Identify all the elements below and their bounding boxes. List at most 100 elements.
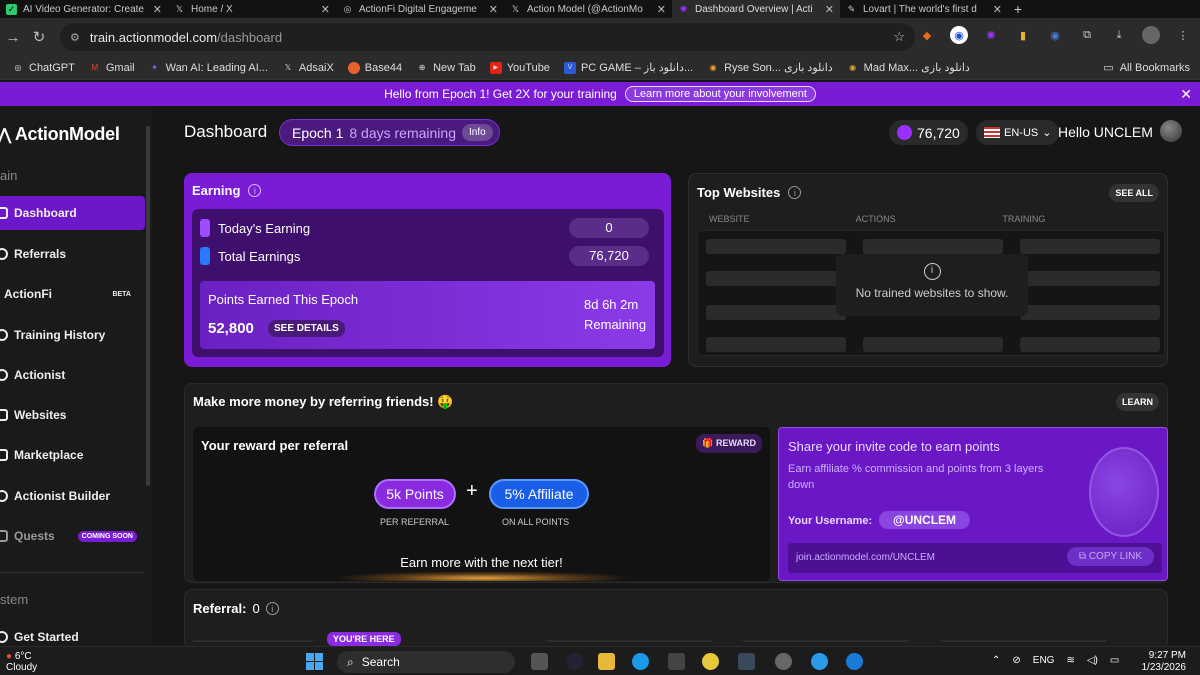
bookmark-item[interactable]: ▶ YouTube [489,61,550,74]
tab-close-icon[interactable]: ✕ [825,3,834,16]
tab-close-icon[interactable]: ✕ [153,3,162,16]
notification-off-icon[interactable]: ⊘ [1012,655,1020,666]
sidebar-item-label: Websites [14,408,67,422]
invite-link-box: join.actionmodel.com/UNCLEM ⧉ COPY LINK [788,543,1162,573]
bookmark-star-icon[interactable]: ☆ [893,29,905,45]
see-details-button[interactable]: SEE DETAILS [268,320,345,337]
tab-close-icon[interactable]: ✕ [489,3,498,16]
today-label: Today's Earning [218,220,311,236]
tab-close-icon[interactable]: ✕ [657,3,666,16]
bookmark-item[interactable]: Base44 [347,61,402,74]
user-avatar[interactable] [1160,120,1182,142]
sidebar-item-actionfi[interactable]: ActionFi BETA [0,277,145,311]
info-icon[interactable]: i [265,602,279,615]
browser-tab-active[interactable]: ✺ Dashboard Overview | Acti ✕ [672,0,840,18]
settings-icon[interactable] [775,653,792,670]
new-tab-bookmark-icon: ⊕ [418,63,426,72]
windows-taskbar: ● 6°C Cloudy ⌕ Search ⌃ ⊘ ENG ≋ ◁) ▭ 9:27 … [0,646,1200,675]
download-icon[interactable]: ⤓ [1110,26,1128,44]
sidebar-item-training-history[interactable]: Training History [0,318,145,352]
actionmodel-extension-icon[interactable]: ✺ [982,26,1000,44]
steam-icon[interactable] [566,653,583,670]
browser-tab[interactable]: ✎ Lovart | The world's first d ✕ [840,0,1008,18]
bookmark-item[interactable]: M Gmail [89,62,135,74]
vpn-icon[interactable] [846,653,863,670]
epoch-info-button[interactable]: Info [462,124,493,141]
bookmark-item[interactable]: ◎ ChatGPT [12,62,75,74]
bookmark-label: PC GAME – دانلود باز... [580,62,694,74]
info-icon[interactable]: i [788,186,802,199]
bookmark-item[interactable]: V PC GAME – دانلود باز... [563,61,694,74]
circle-extension-icon[interactable]: ◉ [1046,26,1064,44]
quests-icon [0,530,8,542]
referral-label: Referral: [193,601,247,616]
see-all-button[interactable]: SEE ALL [1109,184,1159,202]
taskbar-search[interactable]: ⌕ Search [337,651,515,673]
learn-button[interactable]: LEARN [1116,393,1159,411]
sidebar-item-dashboard[interactable]: Dashboard [0,196,145,230]
reload-icon[interactable]: ↻ [26,28,52,46]
store-icon[interactable] [668,653,685,670]
epoch-points-box: Points Earned This Epoch 52,800 SEE DETA… [200,281,655,349]
sidebar-item-websites[interactable]: Websites [0,398,145,432]
bookmark-item[interactable]: ✦ Wan AI: Leading AI... [149,62,268,74]
tab-close-icon[interactable]: ✕ [321,3,330,16]
earning-title: Earning [192,183,241,198]
all-bookmarks[interactable]: ▭ All Bookmarks [1103,61,1190,75]
app-icon[interactable] [738,653,755,670]
puzzle-icon[interactable]: ⧉ [1078,26,1096,44]
task-view-icon[interactable] [531,653,548,670]
windows-start-icon[interactable] [306,653,323,670]
beta-badge: BETA [112,290,131,298]
points-balance[interactable]: 76,720 [889,120,968,145]
key-extension-icon[interactable]: ▮ [1014,26,1032,44]
close-banner-icon[interactable]: ✕ [1180,86,1192,103]
game-site-icon: ◉ [709,63,717,72]
websites-icon [0,409,8,421]
battery-icon[interactable]: ▭ [1110,655,1119,666]
chevron-up-icon[interactable]: ⌃ [992,655,1000,666]
url-input[interactable]: ⚙ train.actionmodel.com/dashboard ☆ [60,23,915,51]
telegram-icon[interactable] [811,653,828,670]
bookmark-item[interactable]: ◉ Ryse Son... دانلود بازی [707,61,833,74]
reward-badge: 🎁 REWARD [696,434,762,453]
forward-icon[interactable]: → [0,29,26,46]
actionmodel-logo-icon: ⋀ [0,126,11,144]
fox-extension-icon[interactable]: ◆ [918,26,936,44]
site-info-icon[interactable]: ⚙ [70,31,80,44]
browser-tab[interactable]: ✓ AI Video Generator: Create ✕ [0,0,168,18]
wifi-icon[interactable]: ≋ [1066,655,1074,666]
brand-logo[interactable]: ⋀ ActionModel [0,124,120,145]
learn-more-link[interactable]: Learn more about your involvement [624,86,816,102]
file-explorer-icon[interactable] [598,653,615,670]
sidebar-item-actionist-builder[interactable]: Actionist Builder [0,479,145,513]
new-tab-icon[interactable]: + [1008,0,1028,18]
edge-icon[interactable] [632,653,649,670]
browser-tab[interactable]: ◎ ActionFi Digital Engageme ✕ [336,0,504,18]
weather-widget[interactable]: ● 6°C Cloudy [6,651,37,673]
sidebar-item-quests[interactable]: Quests COMING SOON [0,519,145,553]
menu-icon[interactable]: ⋮ [1174,26,1192,44]
epoch-remaining-label: Remaining [584,317,647,332]
browser-tab[interactable]: 𝕏 Action Model (@ActionMo ✕ [504,0,672,18]
sidebar-item-referrals[interactable]: Referrals [0,237,145,271]
sidebar-scrollbar[interactable] [146,126,150,486]
copy-link-button[interactable]: ⧉ COPY LINK [1066,547,1154,566]
bookmark-item[interactable]: ◉ Mad Max... دانلود بازی [847,61,970,74]
info-icon[interactable]: i [248,184,262,197]
language-select[interactable]: EN-US ⌄ [976,120,1060,145]
sidebar-item-marketplace[interactable]: Marketplace [0,438,145,472]
input-language[interactable]: ENG [1033,655,1055,666]
sidebar-item-actionist[interactable]: Actionist [0,358,145,392]
bookmark-item[interactable]: ⊕ New Tab [416,62,476,74]
volume-icon[interactable]: ◁) [1087,655,1098,666]
epoch-points-label: Points Earned This Epoch [208,292,359,307]
chrome-icon[interactable] [702,653,719,670]
taskbar-clock[interactable]: 9:27 PM 1/23/2026 [1142,650,1187,674]
browser-tab[interactable]: 𝕏 Home / X ✕ [168,0,336,18]
profile-avatar[interactable] [1142,26,1160,44]
shield-extension-icon[interactable]: ◉ [950,26,968,44]
tab-close-icon[interactable]: ✕ [993,3,1002,16]
bookmark-item[interactable]: 𝕏 AdsaiX [282,62,334,74]
chatgpt-icon: ◎ [14,63,22,72]
